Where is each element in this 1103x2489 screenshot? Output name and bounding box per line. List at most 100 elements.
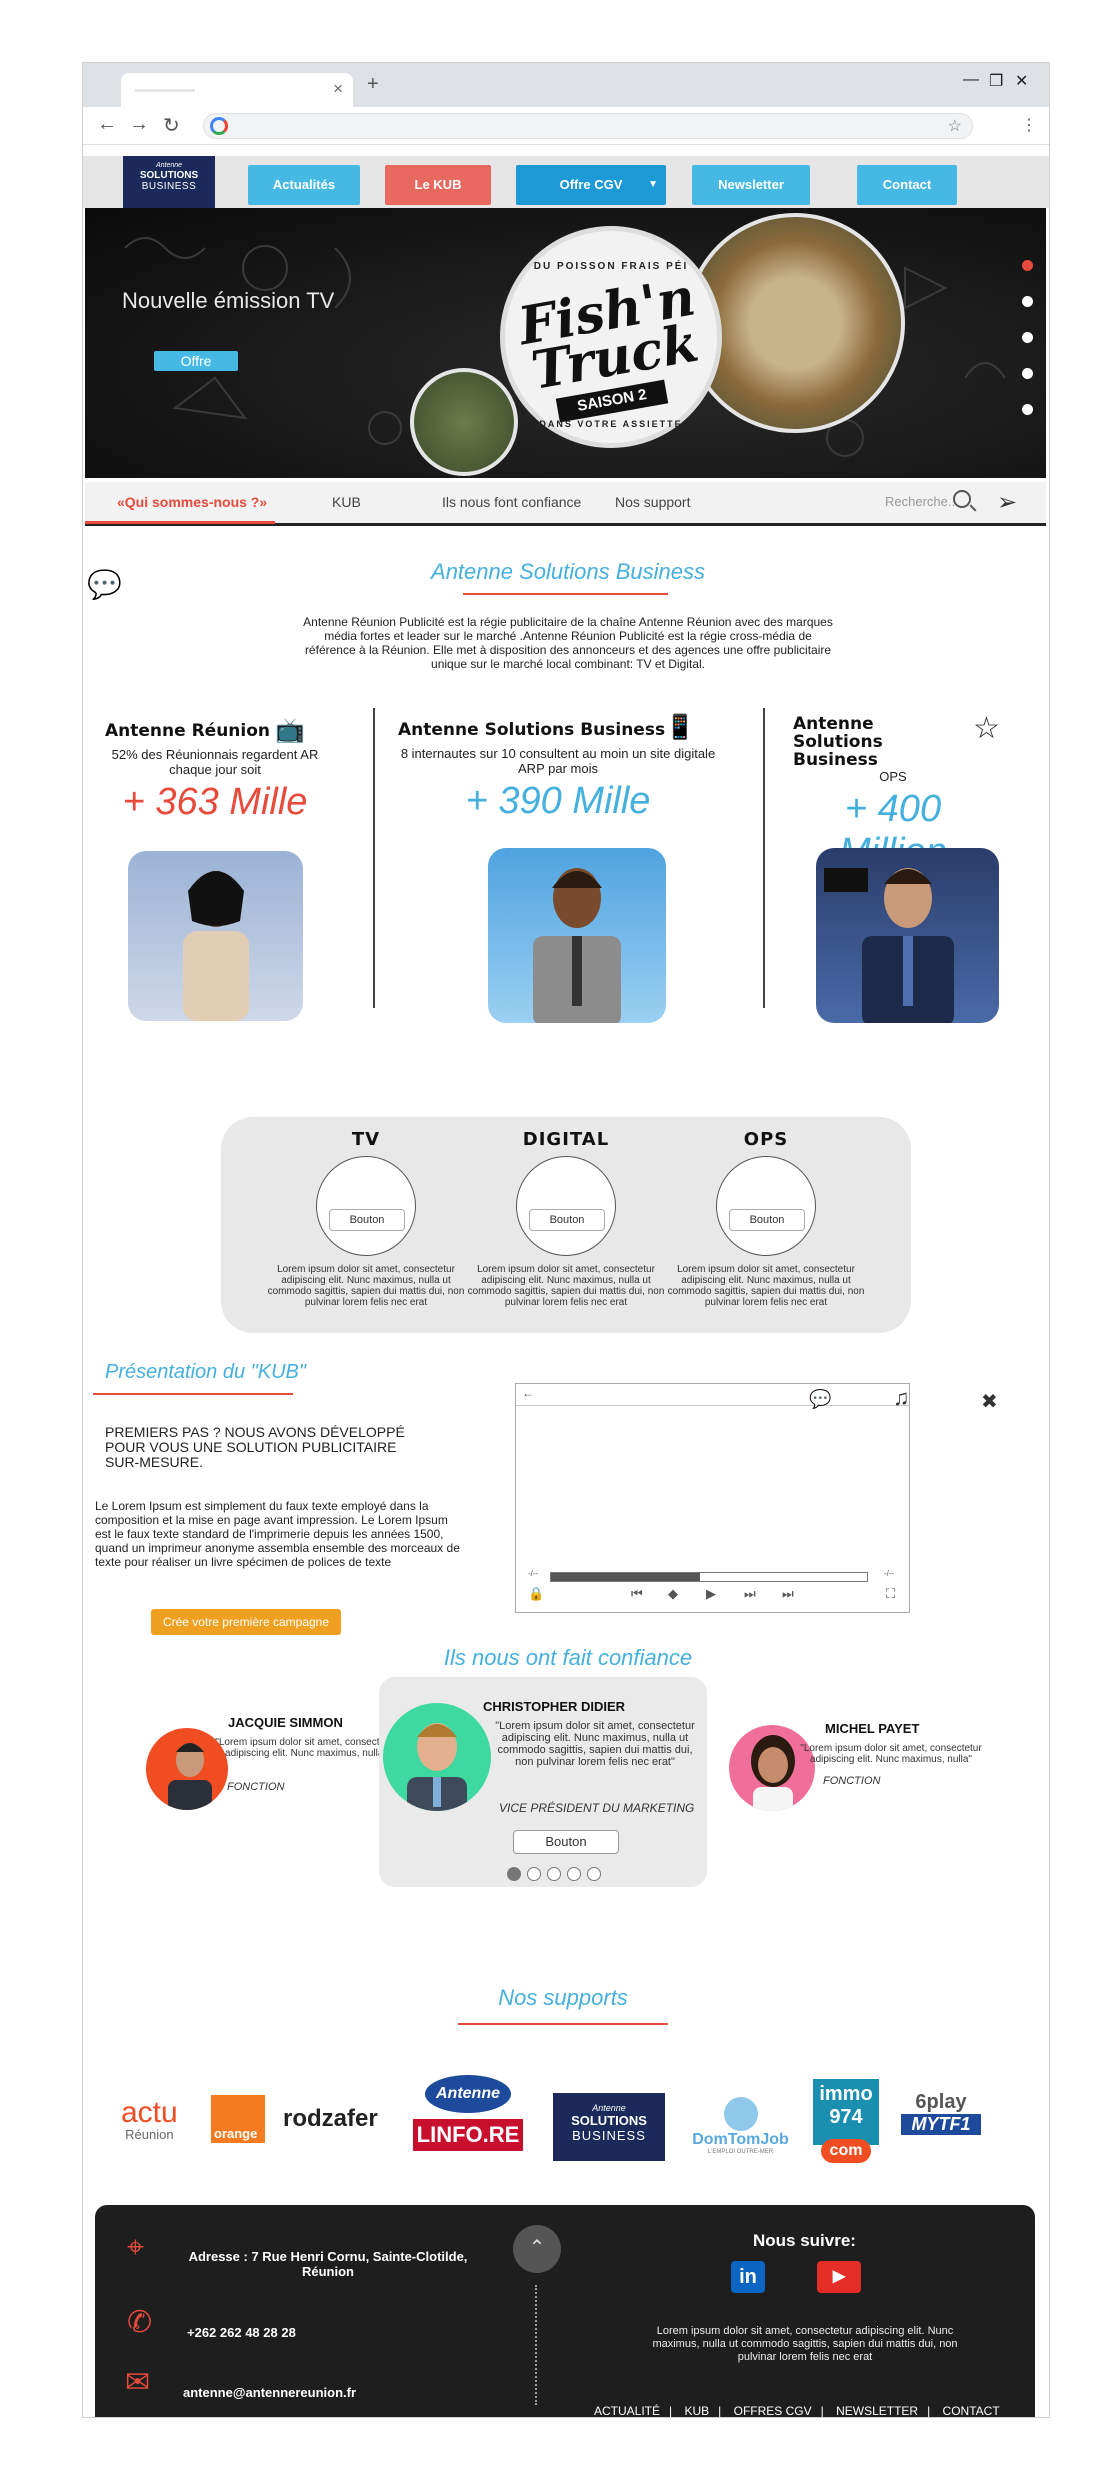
- logo-domtomjob-text: DomTomJob: [692, 2131, 789, 2148]
- browser-tab[interactable]: ×: [121, 73, 353, 107]
- offer-tv-button[interactable]: Bouton: [329, 1209, 405, 1231]
- search-icon[interactable]: [953, 490, 971, 508]
- new-tab-icon[interactable]: +: [367, 73, 379, 96]
- about-title-rule: [463, 593, 668, 595]
- carousel-dot[interactable]: [547, 1867, 561, 1881]
- globe-icon: [723, 2097, 758, 2131]
- video-player[interactable]: ← -/-- -/-- 🔒 ⏮ ◆ ▶ ⏭ ⏭ ⛶: [515, 1383, 910, 1613]
- create-campaign-button[interactable]: Crée votre première campagne: [151, 1609, 341, 1635]
- subnav-confiance[interactable]: Ils nous font confiance: [442, 494, 581, 510]
- stat-desc: OPS: [879, 769, 907, 784]
- subnav-qui-sommes-nous[interactable]: «Qui sommes-nous ?»: [117, 494, 267, 510]
- nav-newsletter[interactable]: Newsletter: [692, 165, 810, 205]
- footer-link-offres-cgv[interactable]: OFFRES CGV: [734, 2404, 812, 2417]
- slider-dot[interactable]: [1022, 404, 1033, 415]
- carousel-dot[interactable]: [587, 1867, 601, 1881]
- tv-icon: 📺: [275, 717, 305, 744]
- footer-link-contact[interactable]: CONTACT: [943, 2404, 1000, 2417]
- skip-back-icon[interactable]: ⏮: [631, 1586, 643, 1602]
- carousel-dot[interactable]: [507, 1867, 521, 1881]
- offer-ops-button[interactable]: Bouton: [729, 1209, 805, 1231]
- offer-title: OPS: [743, 1129, 789, 1150]
- logo-immo974[interactable]: immo 974 com: [813, 2079, 879, 2169]
- offer-circle: Bouton: [716, 1156, 816, 1256]
- chevron-down-icon: ▼: [648, 179, 658, 190]
- player-back-icon[interactable]: ←: [522, 1386, 534, 1400]
- logo-6play-mytf1[interactable]: 6play MYTF1: [901, 2091, 981, 2135]
- footer-email[interactable]: antenne@antennereunion.fr: [183, 2385, 356, 2400]
- progress-bar[interactable]: [550, 1572, 868, 1582]
- minimize-icon[interactable]: —: [963, 71, 979, 89]
- logo-roadzafer[interactable]: rodzafer: [283, 2105, 378, 2133]
- lock-icon[interactable]: 🔒: [528, 1586, 544, 1602]
- browser-menu-icon[interactable]: ⋮: [1021, 115, 1037, 135]
- mail-icon: ✉: [125, 2366, 151, 2399]
- subnav-kub[interactable]: KUB: [332, 494, 361, 510]
- logo-domtomjob[interactable]: DomTomJob L'EMPLOI OUTRE-MER: [688, 2097, 793, 2155]
- logo-linfo: LINFO.RE: [413, 2119, 523, 2151]
- reload-icon[interactable]: ↻: [163, 113, 180, 138]
- offer-text: Lorem ipsum dolor sit amet, consectetur …: [267, 1264, 465, 1308]
- fullscreen-icon[interactable]: ⛶: [886, 1586, 895, 1602]
- subnav-supports[interactable]: Nos support: [615, 494, 690, 510]
- window-close-icon[interactable]: ✕: [1015, 71, 1028, 91]
- linkedin-icon[interactable]: in: [731, 2261, 765, 2293]
- restore-icon[interactable]: ❐: [989, 71, 1003, 91]
- volume-icon[interactable]: ◆: [668, 1586, 678, 1602]
- forward-icon[interactable]: →: [129, 113, 149, 136]
- seal-main-text: Fish'n Truck: [514, 266, 703, 402]
- footer-links: ACTUALITÉ | KUB | OFFRES CGV | NEWSLETTER | …: [594, 2404, 1000, 2418]
- carousel-dot[interactable]: [567, 1867, 581, 1881]
- logo-line-1: Antenne: [155, 162, 183, 169]
- slider-dot[interactable]: [1022, 296, 1033, 307]
- offer-digital-button[interactable]: Bouton: [529, 1209, 605, 1231]
- bookmark-star-icon[interactable]: ☆: [948, 116, 962, 136]
- testimonial-button[interactable]: Bouton: [513, 1830, 619, 1854]
- tab-close-icon[interactable]: ×: [333, 79, 343, 99]
- slider-dot[interactable]: [1022, 368, 1033, 379]
- skip-forward-icon[interactable]: ⏭: [782, 1586, 794, 1602]
- kub-body: Le Lorem Ipsum est simplement du faux te…: [95, 1499, 460, 1569]
- logo-sb-line3: BUSINESS: [572, 2128, 646, 2143]
- next-icon[interactable]: ⏭: [744, 1586, 756, 1602]
- logo-orange[interactable]: orange: [211, 2095, 265, 2143]
- url-input[interactable]: ☆: [203, 113, 973, 139]
- footer-link-actualite[interactable]: ACTUALITÉ: [594, 2404, 660, 2417]
- search-input[interactable]: Recherche...: [885, 494, 959, 509]
- nav-contact[interactable]: Contact: [857, 165, 957, 205]
- slider-dot[interactable]: [1022, 260, 1033, 271]
- nav-offre-cgv[interactable]: Offre CGV ▼: [516, 165, 666, 205]
- google-icon: [210, 117, 228, 135]
- logo-immo-box: immo 974: [813, 2079, 879, 2145]
- devices-icon: 📱: [665, 714, 695, 741]
- carousel-dot[interactable]: [527, 1867, 541, 1881]
- kub-subtitle: PREMIERS PAS ? NOUS AVONS DÉVELOPPÉ POUR…: [105, 1424, 405, 1470]
- kub-title: Présentation du "KUB": [105, 1361, 306, 1383]
- site-logo[interactable]: Antenne SOLUTIONS BUSINESS: [123, 156, 215, 208]
- logo-actu-reunion[interactable]: actu Réunion: [121, 2098, 178, 2143]
- footer-link-newsletter[interactable]: NEWSLETTER: [836, 2404, 918, 2417]
- tab-title-placeholder: [135, 89, 195, 92]
- scroll-top-button[interactable]: ⌃: [513, 2225, 561, 2273]
- footer-link-kub[interactable]: KUB: [684, 2404, 709, 2417]
- close-icon[interactable]: ✖: [981, 1389, 998, 1414]
- hero-offer-button[interactable]: Offre: [154, 351, 238, 371]
- footer-phone[interactable]: +262 262 48 28 28: [187, 2325, 296, 2340]
- send-icon[interactable]: ➢: [997, 488, 1017, 517]
- music-note-icon[interactable]: ♫: [893, 1385, 910, 1411]
- comment-icon[interactable]: 💬: [809, 1389, 831, 1410]
- nav-le-kub[interactable]: Le KUB: [385, 165, 491, 205]
- logo-antenne-linfo[interactable]: Antenne LINFO.RE: [413, 2075, 523, 2151]
- offer-circle: Bouton: [516, 1156, 616, 1256]
- youtube-icon[interactable]: ▶: [817, 2261, 861, 2293]
- logo-domtomjob-sub: L'EMPLOI OUTRE-MER: [707, 2149, 774, 2155]
- logo-solutions-business[interactable]: Antenne SOLUTIONS BUSINESS: [553, 2093, 665, 2161]
- slider-dots: [1022, 260, 1034, 440]
- play-icon[interactable]: ▶: [706, 1586, 716, 1602]
- back-icon[interactable]: ←: [97, 113, 117, 136]
- nav-actualites[interactable]: Actualités: [248, 165, 360, 205]
- location-pin-icon: ⌖: [127, 2231, 144, 2264]
- logo-sb-line1: Antenne: [592, 2103, 626, 2113]
- slider-dot[interactable]: [1022, 332, 1033, 343]
- testimonial-name: MICHEL PAYET: [825, 1721, 920, 1736]
